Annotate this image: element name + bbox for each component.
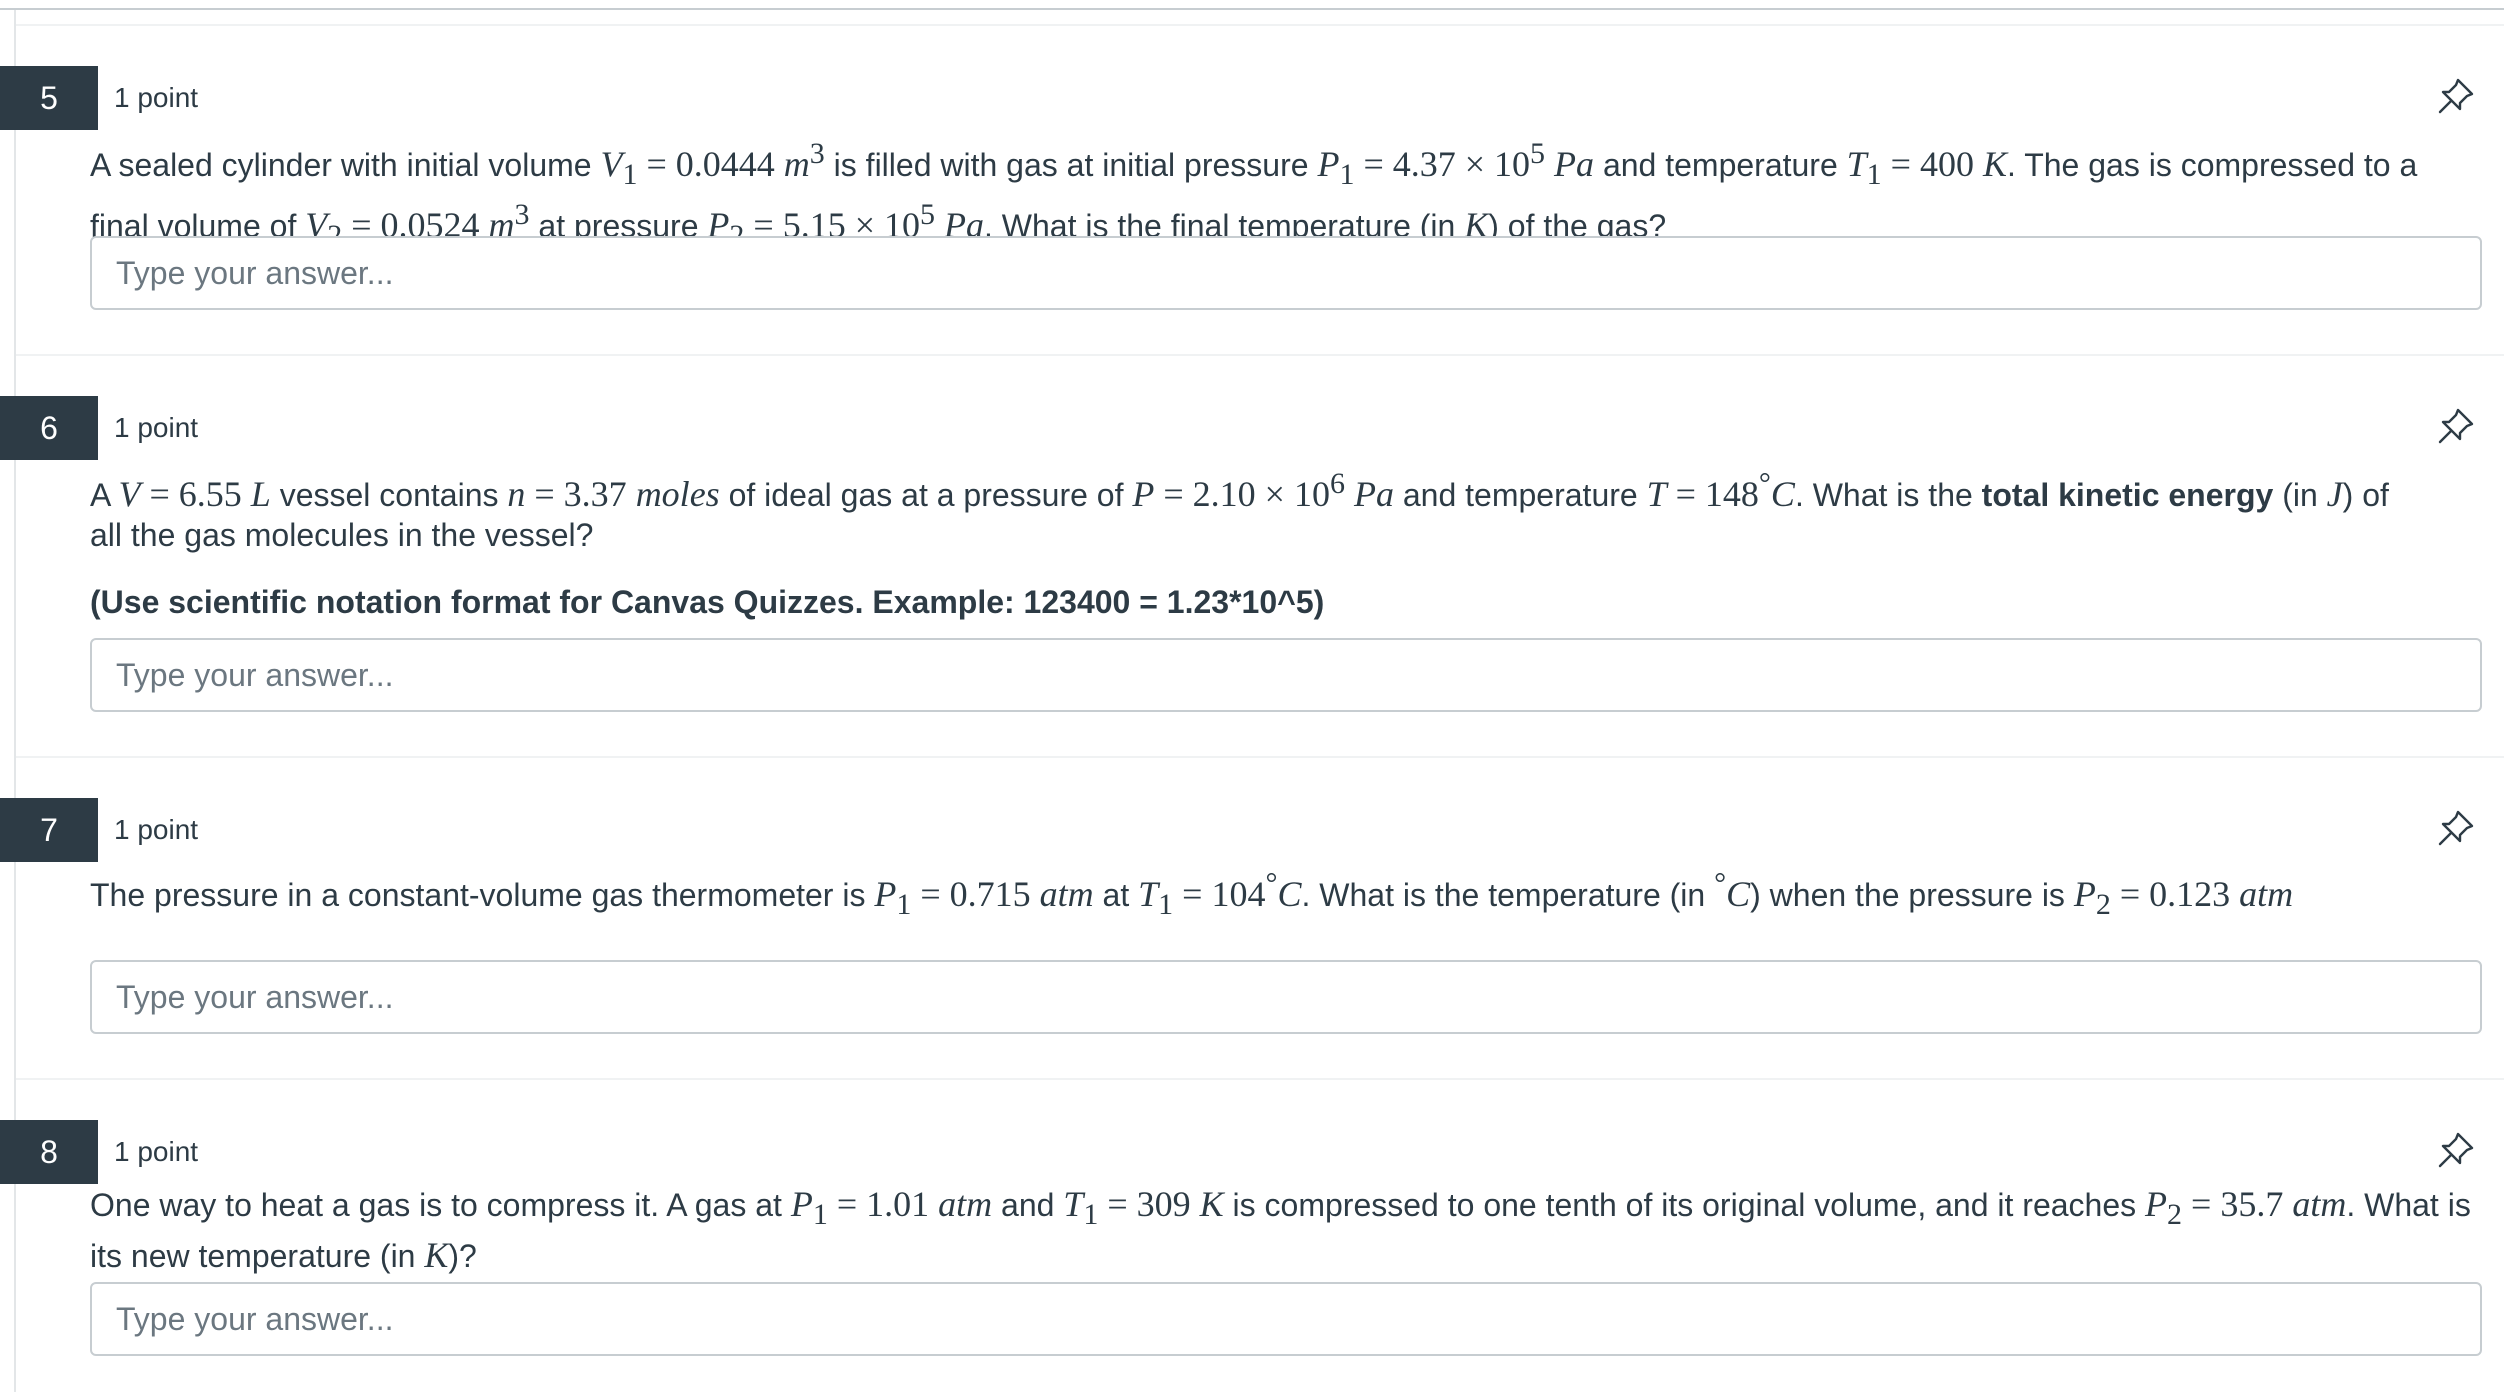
question-text-line: all the gas molecules in the vessel?: [90, 517, 594, 553]
quiz-page: 5 1 point A sealed cylinder with initial…: [0, 0, 2504, 1392]
pin-icon[interactable]: [2436, 808, 2476, 848]
answer-input[interactable]: [90, 960, 2482, 1034]
question-points: 1 point: [114, 82, 199, 113]
question-points: 1 point: [114, 412, 199, 443]
pin-icon[interactable]: [2436, 76, 2476, 116]
answer-input[interactable]: [90, 638, 2482, 712]
answer-input[interactable]: [90, 236, 2482, 310]
question-text-line: its new temperature (in K)?: [90, 1235, 477, 1276]
question-number: 8: [0, 1120, 98, 1184]
question-separator: [16, 354, 2504, 356]
question-text: The pressure in a constant-volume gas th…: [90, 864, 2490, 925]
question-separator: [16, 24, 2504, 26]
question-text-line: One way to heat a gas is to compress it.…: [90, 1184, 2471, 1232]
left-rule: [14, 10, 16, 1392]
question-text: A V = 6.55 L vessel contains n = 3.37 mo…: [90, 464, 2490, 555]
question-text-line: The pressure in a constant-volume gas th…: [90, 867, 2294, 922]
question-number: 6: [0, 396, 98, 460]
question-text-line: A sealed cylinder with initial volume V1…: [90, 137, 2418, 192]
question-text-line: A V = 6.55 L vessel contains n = 3.37 mo…: [90, 467, 2389, 514]
question-text: One way to heat a gas is to compress it.…: [90, 1184, 2490, 1276]
pin-icon[interactable]: [2436, 1130, 2476, 1170]
top-divider: [0, 8, 2504, 10]
scientific-notation-note: (Use scientific notation format for Canv…: [90, 584, 1325, 620]
question-separator: [16, 756, 2504, 758]
question-points: 1 point: [114, 814, 199, 845]
question-separator: [16, 1078, 2504, 1080]
question-number: 7: [0, 798, 98, 862]
pin-icon[interactable]: [2436, 406, 2476, 446]
question-number: 5: [0, 66, 98, 130]
answer-input[interactable]: [90, 1282, 2482, 1356]
question-points: 1 point: [114, 1136, 199, 1167]
